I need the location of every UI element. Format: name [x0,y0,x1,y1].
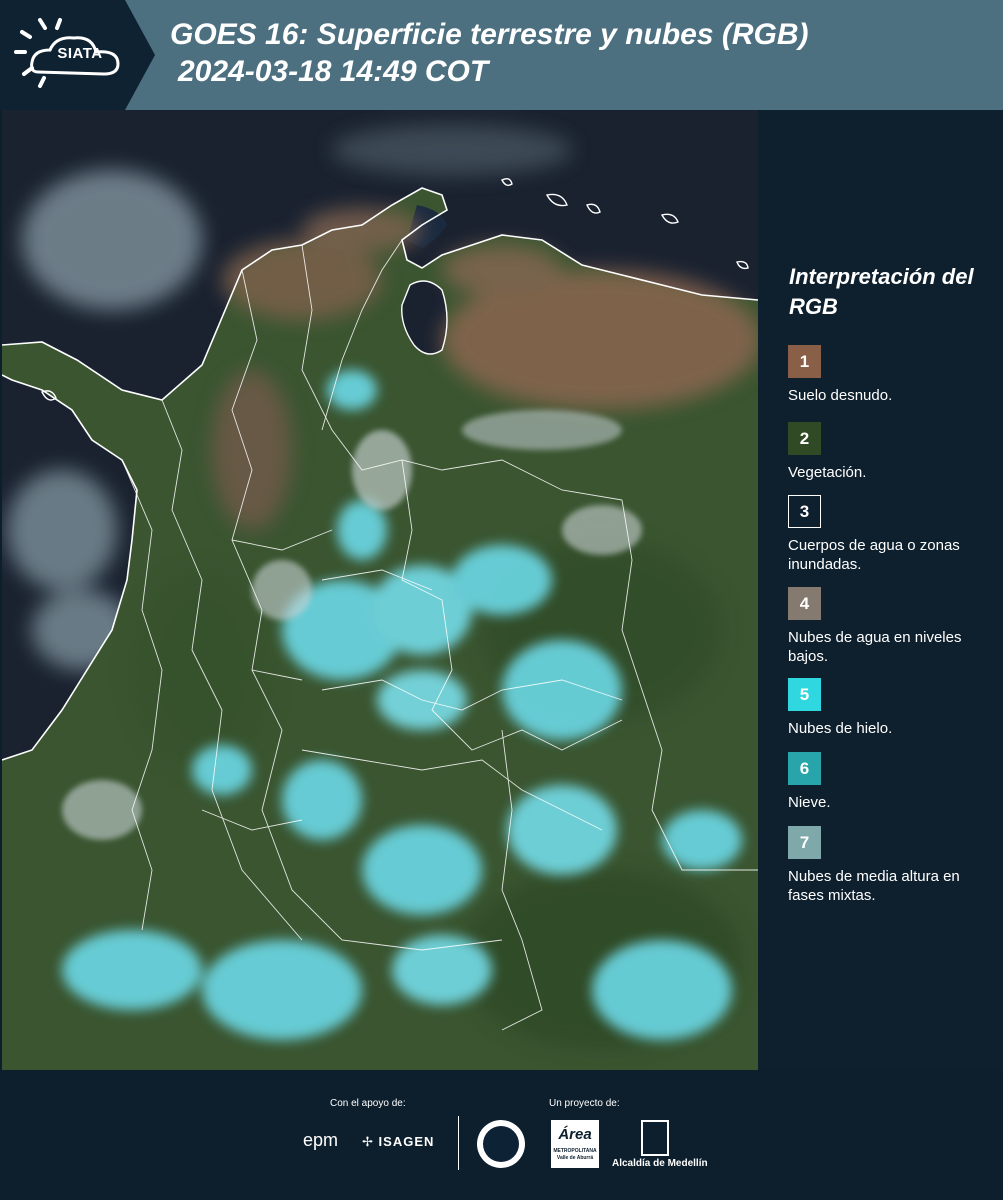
medellin-seal-icon [477,1120,525,1168]
legend-item-nubes-media: 7 Nubes de media altura en fases mixtas. [788,826,998,905]
siata-logo: SIATA [0,0,155,110]
isagen-logo: ✢ ISAGEN [362,1134,434,1150]
legend-item-nieve: 6 Nieve. [788,752,998,812]
legend-item-agua: 3 Cuerpos de agua o zonas inundadas. [788,495,998,574]
legend-label: Vegetación. [788,464,867,481]
legend-item-nubes-bajas: 4 Nubes de agua en niveles bajos. [788,587,998,666]
legend-label: Suelo desnudo. [788,387,893,404]
legend-swatch: 2 [788,422,821,455]
area-metropolitana-logo: Área METROPOLITANA Valle de Aburrá [551,1120,599,1168]
legend-title: Interpretación del RGB [789,264,974,319]
legend-item-nubes-hielo: 5 Nubes de hielo. [788,678,998,738]
siata-logo-text: SIATA [57,45,103,62]
legend-swatch: 7 [788,826,821,859]
legend-label: Nubes de media altura en fases mixtas. [788,868,960,904]
legend-swatch: 6 [788,752,821,785]
epm-logo: epm [303,1130,339,1150]
alcaldia-shield-icon [641,1120,669,1156]
legend-panel: Interpretación del RGB 1 Suelo desnudo. … [758,110,1003,1070]
isagen-icon: ✢ [362,1134,374,1149]
legend-swatch: 3 [788,495,821,528]
satellite-map-image [2,110,758,1070]
legend-swatch: 5 [788,678,821,711]
satellite-map [2,110,758,1070]
footer-divider [458,1116,459,1170]
alcaldia-text: Alcaldía de Medellín [612,1158,708,1169]
project-label: Un proyecto de: [549,1098,620,1109]
isagen-text: ISAGEN [378,1134,435,1149]
area-logo-text: Área [558,1126,592,1143]
legend-label: Nubes de hielo. [788,720,893,737]
support-label: Con el apoyo de: [330,1098,406,1109]
page-title: GOES 16: Superficie terrestre y nubes (R… [170,18,809,51]
legend-label: Nubes de agua en niveles bajos. [788,629,962,665]
legend-label: Cuerpos de agua o zonas inundadas. [788,537,960,573]
area-logo-subtext: METROPOLITANA Valle de Aburrá [553,1148,597,1161]
legend-label: Nieve. [788,794,831,811]
seal-inner-icon [483,1126,519,1162]
footer-bar: Con el apoyo de: Un proyecto de: epm ✢ I… [0,1070,1003,1200]
legend-item-suelo: 1 Suelo desnudo. [788,345,998,405]
header-bar: SIATA GOES 16: Superficie terrestre y nu… [0,0,1003,110]
legend-item-vegetacion: 2 Vegetación. [788,422,998,482]
page-timestamp: 2024-03-18 14:49 COT [178,55,489,88]
legend-swatch: 1 [788,345,821,378]
legend-swatch: 4 [788,587,821,620]
